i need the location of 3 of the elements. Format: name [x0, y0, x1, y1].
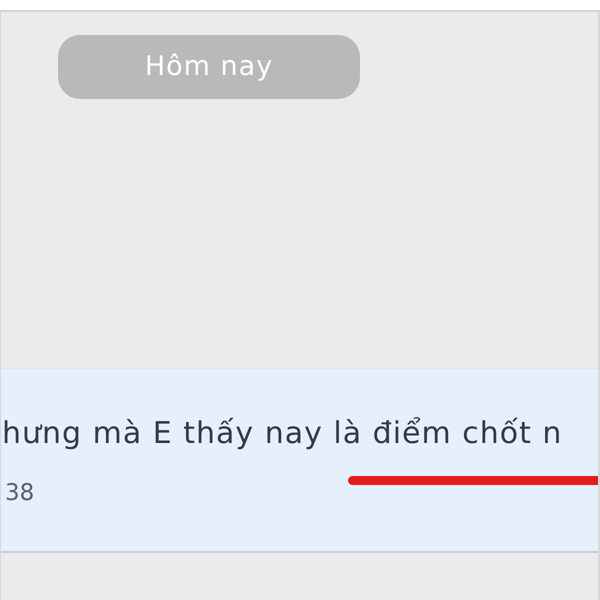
message-text: hưng mà E thấy nay là điểm chốt n [1, 415, 564, 453]
message-time: 38 [4, 479, 34, 508]
date-separator: Hôm nay [58, 35, 360, 99]
